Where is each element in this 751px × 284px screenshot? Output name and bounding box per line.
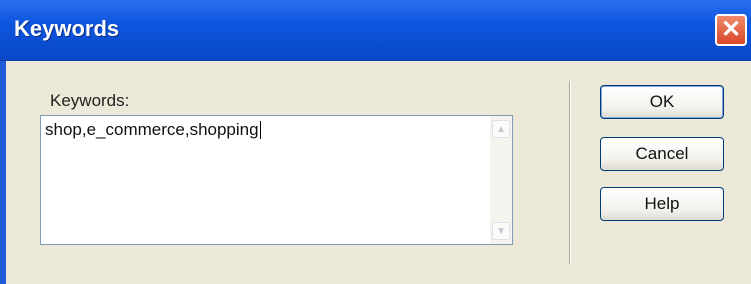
scroll-up-button[interactable]: ▲ (492, 120, 510, 138)
keywords-dialog: Keywords ✕ Keywords: shop,e_commerce,sho… (0, 0, 751, 284)
text-caret (259, 121, 261, 139)
scroll-down-button[interactable]: ▼ (492, 222, 510, 240)
scroll-up-icon: ▲ (496, 123, 506, 135)
keywords-textarea[interactable]: shop,e_commerce,shopping ▲ ▼ (40, 115, 513, 245)
close-button[interactable]: ✕ (715, 14, 747, 46)
keywords-text[interactable]: shop,e_commerce,shopping (45, 120, 261, 140)
close-icon: ✕ (720, 16, 742, 43)
keywords-value: shop,e_commerce,shopping (45, 120, 259, 139)
ok-button[interactable]: OK (600, 85, 724, 119)
keywords-label: Keywords: (50, 91, 130, 110)
vertical-scrollbar[interactable]: ▲ ▼ (490, 116, 512, 244)
help-button[interactable]: Help (600, 187, 724, 221)
scroll-down-icon: ▼ (496, 225, 506, 237)
cancel-button[interactable]: Cancel (600, 137, 724, 171)
title-bar: Keywords ✕ (0, 0, 751, 61)
dialog-body: Keywords: shop,e_commerce,shopping ▲ ▼ O… (6, 61, 751, 284)
dialog-title: Keywords (14, 16, 120, 41)
vertical-divider (569, 81, 571, 264)
